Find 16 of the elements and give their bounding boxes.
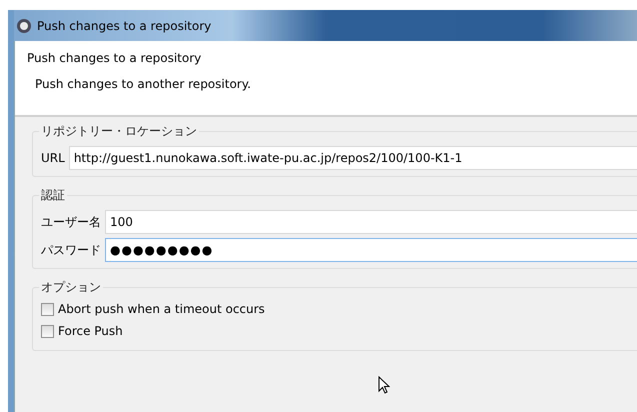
checkbox-label[interactable]: Force Push bbox=[58, 324, 123, 338]
page-title: Push changes to a repository bbox=[27, 51, 202, 65]
checkbox-label[interactable]: Abort push when a timeout occurs bbox=[58, 302, 265, 316]
input-field[interactable]: http://guest1.nunokawa.soft.iwate-pu.ac.jp/repos2/100/100-K1-1 bbox=[68, 146, 637, 170]
field-label: URL bbox=[41, 151, 65, 165]
field-label: ユーザー名 bbox=[41, 214, 101, 230]
page-description: Push changes to another repository. bbox=[35, 77, 252, 91]
window-title: Push changes to a repository bbox=[37, 18, 212, 32]
group-title: リポジトリー・ロケーション bbox=[39, 123, 199, 140]
input-field[interactable]: 100 bbox=[105, 210, 637, 234]
cursor-icon bbox=[378, 376, 390, 395]
checkbox[interactable] bbox=[41, 324, 54, 338]
input-field[interactable]: ●●●●●●●●● bbox=[105, 238, 637, 262]
checkbox[interactable] bbox=[41, 302, 54, 316]
field-label: パスワード bbox=[41, 242, 101, 258]
group-title: 認証 bbox=[39, 187, 67, 204]
